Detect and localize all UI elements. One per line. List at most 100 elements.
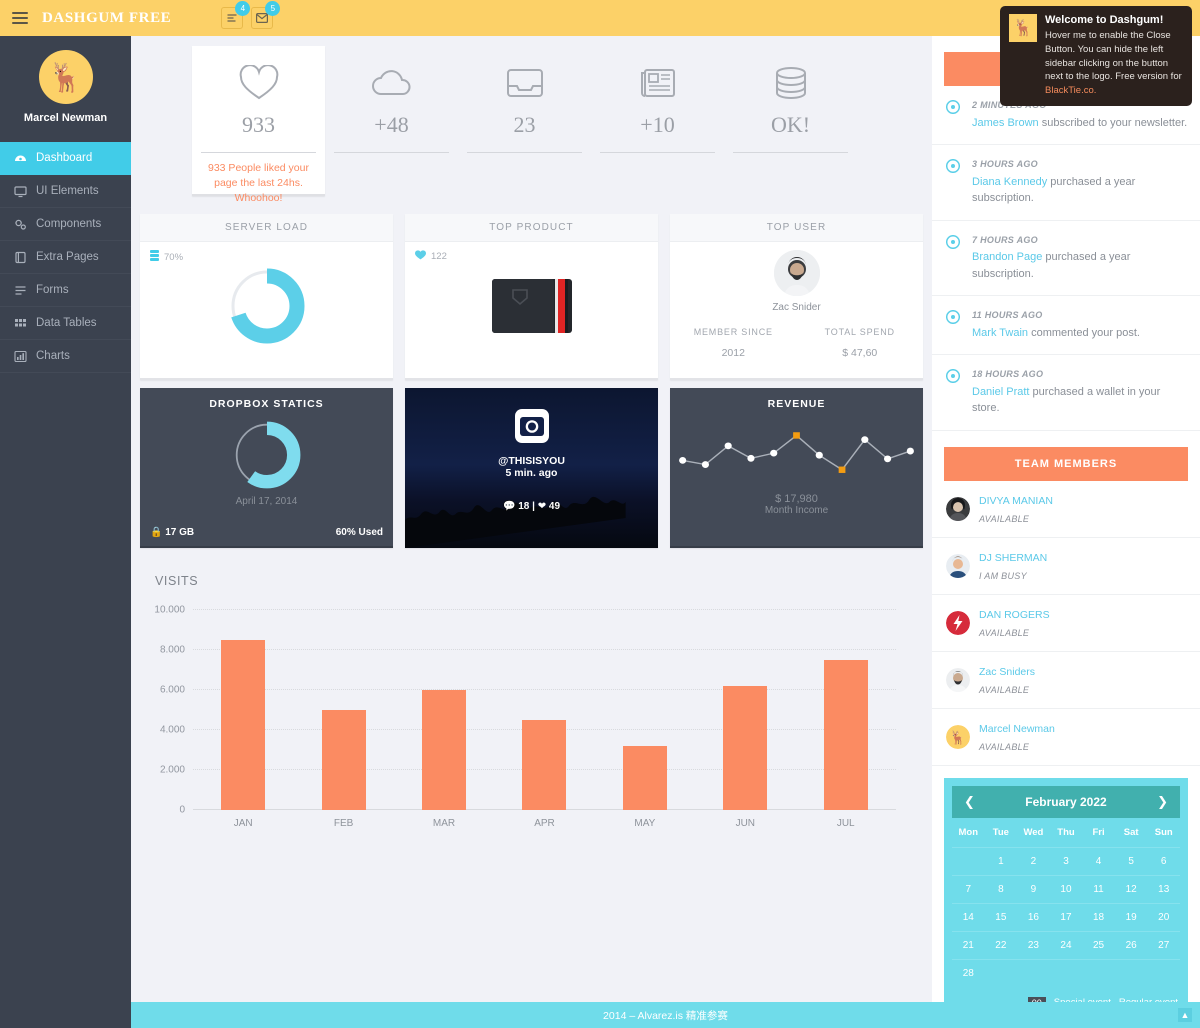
dashboard-page: DASHGUM FREE 4 5 🦌 Welcome to Dashgum! H… xyxy=(0,0,1200,1028)
revenue-point[interactable] xyxy=(724,442,732,450)
team-member-item[interactable]: DAN ROGERS AVAILABLE xyxy=(932,595,1200,652)
calendar-day[interactable]: 20 xyxy=(1147,902,1180,931)
tooltip-link[interactable]: BlackTie.co. xyxy=(1045,85,1096,96)
bar[interactable] xyxy=(422,690,467,810)
chevron-up-icon[interactable]: ▲ xyxy=(1178,1008,1192,1022)
calendar-day[interactable]: 13 xyxy=(1147,874,1180,903)
calendar-day[interactable]: 3 xyxy=(1049,846,1083,875)
sidebar-item-extra-pages[interactable]: Extra Pages xyxy=(0,241,131,274)
calendar-days-grid: 1 2 3 4 5 6 7 8 9 10 11 12 13 14 15 16 17 18 19 20 21 22 23 24 2… xyxy=(952,846,1180,987)
notification-user: Brandon Page xyxy=(972,251,1043,263)
revenue-point[interactable] xyxy=(861,436,869,443)
calendar-day[interactable]: 24 xyxy=(1049,930,1083,959)
revenue-point-highlight[interactable] xyxy=(793,432,800,439)
panel-title: TOP PRODUCT xyxy=(405,214,658,242)
notification-item[interactable]: 3 HOURS AGO Diana Kennedy purchased a yea… xyxy=(932,145,1200,221)
sidebar-item-charts[interactable]: Charts xyxy=(0,340,131,373)
calendar-day[interactable]: 18 xyxy=(1082,902,1115,931)
team-member-item[interactable]: DIVYA MANIAN AVAILABLE xyxy=(932,481,1200,538)
notification-item[interactable]: 7 HOURS AGO Brandon Page purchased a year… xyxy=(932,221,1200,296)
bar[interactable] xyxy=(221,640,266,810)
book-icon xyxy=(14,251,27,264)
notification-item[interactable]: 18 HOURS AGO Daniel Pratt purchased a wal… xyxy=(932,355,1200,431)
calendar-day[interactable]: 7 xyxy=(952,874,985,903)
calendar-day[interactable]: 1 xyxy=(984,846,1018,875)
stat-card-cloud[interactable]: +48 xyxy=(325,46,458,206)
instagram-panel[interactable]: @THISISYOU 5 min. ago 💬 18 | ❤ 49 xyxy=(405,388,658,548)
sidebar-item-dashboard[interactable]: Dashboard xyxy=(0,142,131,175)
revenue-point[interactable] xyxy=(679,457,687,464)
revenue-point[interactable] xyxy=(883,455,892,463)
inbox-icon xyxy=(458,60,591,106)
calendar-day[interactable]: 6 xyxy=(1147,846,1180,875)
calendar-day[interactable]: 10 xyxy=(1049,874,1083,903)
calendar-day[interactable]: 14 xyxy=(952,902,985,931)
calendar-day[interactable]: 28 xyxy=(952,958,985,987)
dropbox-donut xyxy=(140,414,393,496)
sidebar-item-forms[interactable]: Forms xyxy=(0,274,131,307)
calendar-day[interactable]: 25 xyxy=(1082,930,1115,959)
instagram-meta: 💬 18 | ❤ 49 xyxy=(405,501,658,512)
calendar-day[interactable]: 26 xyxy=(1114,930,1148,959)
member-since-value: 2012 xyxy=(721,347,745,359)
hamburger-icon[interactable] xyxy=(12,12,28,24)
calendar-day-empty xyxy=(984,958,1018,987)
calendar-day[interactable]: 8 xyxy=(984,874,1018,903)
calendar-day-empty xyxy=(1049,958,1083,987)
team-member-item[interactable]: Zac Sniders AVAILABLE xyxy=(932,652,1200,709)
bar[interactable] xyxy=(622,746,667,810)
calendar-day[interactable]: 17 xyxy=(1049,902,1083,931)
calendar-day[interactable]: 4 xyxy=(1082,846,1115,875)
calendar-day[interactable]: 5 xyxy=(1114,846,1148,875)
revenue-point[interactable] xyxy=(770,449,778,457)
calendar-day[interactable]: 19 xyxy=(1114,902,1148,931)
calendar-day[interactable]: 2 xyxy=(1017,846,1050,875)
welcome-tooltip[interactable]: 🦌 Welcome to Dashgum! Hover me to enable… xyxy=(1000,6,1192,106)
team-member-name: Marcel Newman xyxy=(979,722,1055,735)
calendar-day[interactable]: 21 xyxy=(952,930,985,959)
bar[interactable] xyxy=(823,660,868,810)
sidebar-item-data-tables[interactable]: Data Tables xyxy=(0,307,131,340)
tasks-button[interactable]: 4 xyxy=(221,1,251,29)
calendar-day[interactable]: 9 xyxy=(1017,874,1050,903)
divider xyxy=(334,152,449,153)
tasks-badge: 4 xyxy=(235,1,251,16)
stat-card-news[interactable]: +10 xyxy=(591,46,724,206)
top-product-panel: TOP PRODUCT 122 xyxy=(405,214,658,380)
gears-icon xyxy=(14,218,27,231)
sidebar-item-ui-elements[interactable]: UI Elements xyxy=(0,175,131,208)
avatar xyxy=(946,553,970,578)
revenue-point[interactable] xyxy=(747,454,755,462)
stat-card-database[interactable]: OK! xyxy=(724,46,857,206)
revenue-point[interactable] xyxy=(701,461,710,468)
sidebar-item-components[interactable]: Components xyxy=(0,208,131,241)
mail-button[interactable]: 5 xyxy=(251,1,281,29)
calendar-dow: Tue xyxy=(992,826,1009,838)
calendar-day[interactable]: 22 xyxy=(984,930,1018,959)
x-axis-tick: APR xyxy=(534,818,555,829)
bar[interactable] xyxy=(723,686,768,810)
calendar-widget: ❮ February 2022 ❯ Mon Tue Wed Thu Fri Sat Sun … xyxy=(944,777,1188,1002)
stat-card-inbox[interactable]: 23 xyxy=(458,46,591,206)
calendar-day[interactable]: 16 xyxy=(1017,902,1050,931)
calendar-day[interactable]: 11 xyxy=(1082,874,1115,903)
calendar-day[interactable]: 23 xyxy=(1017,930,1050,959)
chevron-left-icon[interactable]: ❮ xyxy=(964,794,975,810)
calendar-day[interactable]: 15 xyxy=(984,902,1018,931)
team-member-name: Zac Sniders xyxy=(979,665,1036,678)
revenue-point-highlight[interactable] xyxy=(838,466,846,473)
notification-item[interactable]: 11 HOURS AGO Mark Twain commented your po… xyxy=(932,296,1200,355)
stat-value: +10 xyxy=(640,112,675,137)
stat-card-likes[interactable]: 933 933 People liked your page the last … xyxy=(192,46,325,204)
revenue-point[interactable] xyxy=(906,447,914,455)
sidebar-profile[interactable]: 🦌 Marcel Newman xyxy=(0,36,131,134)
chevron-right-icon[interactable]: ❯ xyxy=(1157,794,1168,810)
bar[interactable] xyxy=(321,710,366,810)
team-member-item[interactable]: 🦌 Marcel Newman AVAILABLE xyxy=(932,709,1200,766)
calendar-day[interactable]: 27 xyxy=(1147,930,1180,959)
calendar-day[interactable]: 12 xyxy=(1114,874,1148,903)
bar-column: FEB xyxy=(293,610,393,829)
bar[interactable] xyxy=(522,720,567,810)
revenue-point[interactable] xyxy=(815,451,823,459)
team-member-item[interactable]: DJ SHERMAN I AM BUSY xyxy=(932,538,1200,595)
